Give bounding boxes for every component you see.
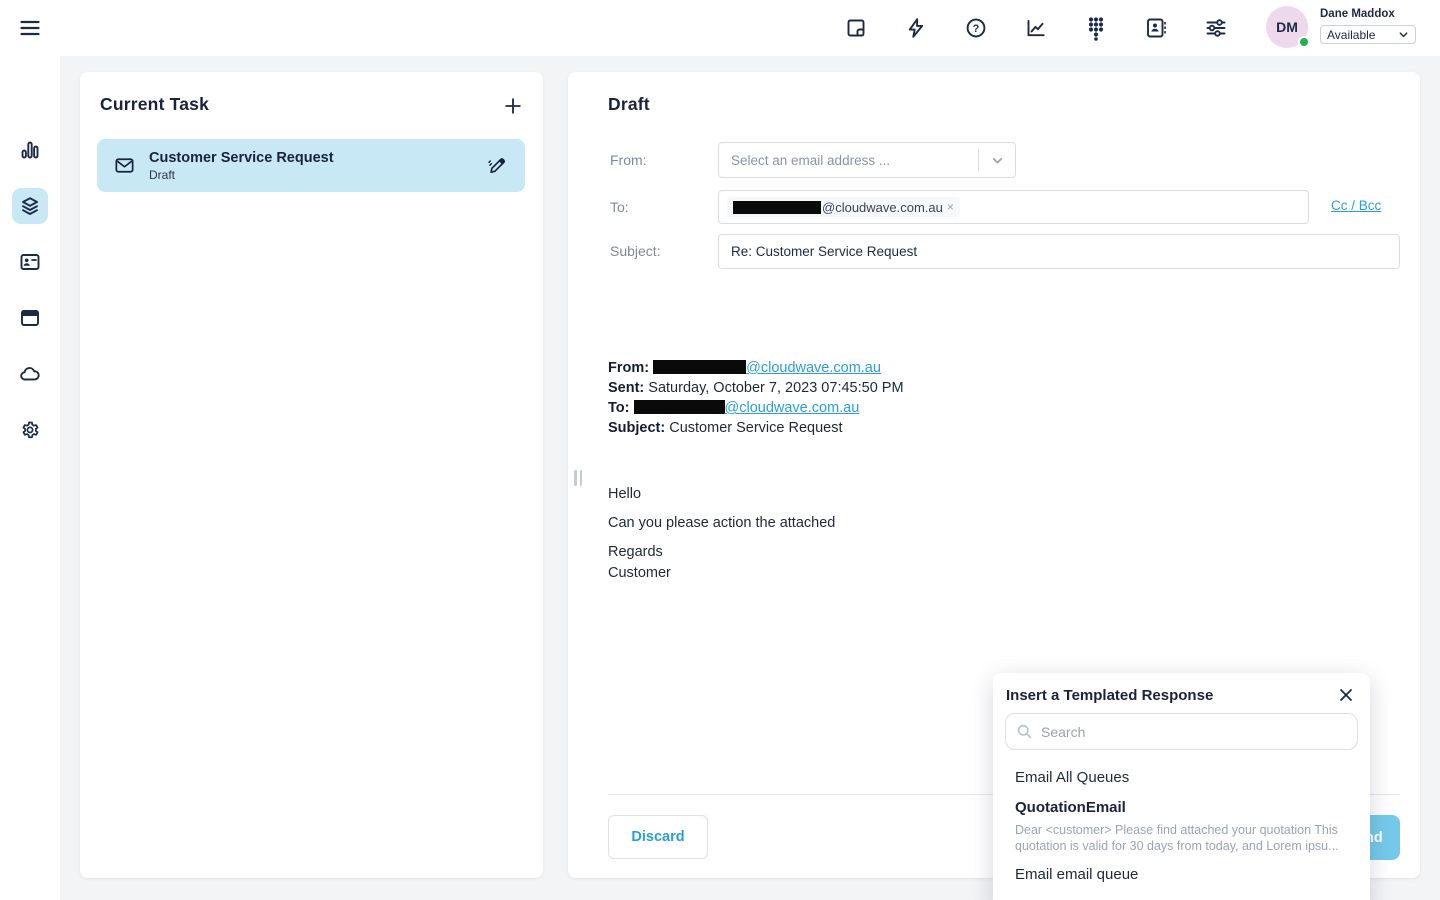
redacted-address bbox=[733, 201, 821, 214]
panel-resize-handle[interactable] bbox=[574, 470, 584, 488]
subject-label: Subject: bbox=[610, 243, 661, 259]
dialpad-icon[interactable] bbox=[1076, 8, 1116, 48]
remove-recipient-icon[interactable]: × bbox=[947, 200, 954, 214]
task-title: Customer Service Request bbox=[149, 150, 485, 166]
template-list: Email All Queues QuotationEmail Dear <cu… bbox=[1015, 767, 1353, 894]
body-line: Regards bbox=[608, 544, 835, 560]
user-area: DM Dane Maddox Available bbox=[1266, 6, 1416, 50]
task-text: Customer Service Request Draft bbox=[149, 150, 485, 182]
sidebar-item-interactions[interactable] bbox=[12, 188, 48, 224]
quoted-from-line: From: @cloudwave.com.au bbox=[608, 358, 904, 378]
email-envelope-icon bbox=[113, 154, 137, 178]
performance-chart-icon[interactable] bbox=[1016, 8, 1056, 48]
add-task-button[interactable] bbox=[501, 94, 525, 118]
presence-indicator bbox=[1298, 36, 1310, 48]
recipient-domain: @cloudwave.com.au bbox=[822, 200, 943, 215]
from-placeholder: Select an email address ... bbox=[731, 153, 978, 168]
redacted-address bbox=[634, 400, 725, 414]
task-subtitle: Draft bbox=[149, 168, 485, 182]
to-recipients-field[interactable]: @cloudwave.com.au × bbox=[718, 190, 1309, 224]
quoted-subject-line: Subject: Customer Service Request bbox=[608, 418, 904, 438]
quoted-from-link[interactable]: @cloudwave.com.au bbox=[746, 360, 881, 376]
cc-bcc-link[interactable]: Cc / Bcc bbox=[1331, 198, 1381, 213]
chevron-down-icon bbox=[1398, 29, 1409, 40]
lightning-icon[interactable] bbox=[896, 8, 936, 48]
template-search-box[interactable] bbox=[1005, 713, 1358, 750]
avatar[interactable]: DM bbox=[1266, 6, 1310, 50]
body-line: Customer bbox=[608, 565, 835, 581]
sidebar-item-contacts[interactable] bbox=[12, 244, 48, 280]
note-icon[interactable] bbox=[836, 8, 876, 48]
menu-hamburger-icon[interactable] bbox=[16, 14, 44, 42]
popup-header: Insert a Templated Response bbox=[1006, 681, 1357, 709]
templated-response-popup: Insert a Templated Response Email All Qu… bbox=[993, 673, 1370, 900]
topbar-icon-group: ? bbox=[836, 8, 1236, 48]
user-name: Dane Maddox bbox=[1320, 8, 1416, 20]
status-value: Available bbox=[1327, 28, 1375, 42]
preferences-sliders-icon[interactable] bbox=[1196, 8, 1236, 48]
template-item[interactable]: QuotationEmail Dear <customer> Please fi… bbox=[1015, 797, 1353, 854]
close-icon[interactable] bbox=[1335, 684, 1357, 706]
directory-contacts-icon[interactable] bbox=[1136, 8, 1176, 48]
redacted-address bbox=[653, 360, 746, 374]
body-line: Hello bbox=[608, 486, 835, 502]
task-list-item[interactable]: Customer Service Request Draft bbox=[97, 139, 525, 192]
help-icon[interactable]: ? bbox=[956, 8, 996, 48]
quoted-sent-line: Sent: Saturday, October 7, 2023 07:45:50… bbox=[608, 378, 904, 398]
to-label: To: bbox=[610, 199, 629, 215]
template-item[interactable]: Email All Queues bbox=[1015, 767, 1353, 789]
from-address-select[interactable]: Select an email address ... bbox=[718, 142, 1016, 178]
current-task-panel: Current Task Customer Service Request Dr… bbox=[80, 72, 543, 878]
subject-input[interactable] bbox=[718, 234, 1400, 269]
chevron-down-icon[interactable] bbox=[979, 154, 1015, 167]
app-root: ? DM Dane Maddox Availabl bbox=[0, 0, 1440, 900]
quoted-email-header: From: @cloudwave.com.au Sent: Saturday, … bbox=[608, 358, 904, 438]
edit-pen-icon[interactable] bbox=[485, 154, 509, 178]
body-line: Can you please action the attached bbox=[608, 515, 835, 531]
top-bar: ? DM Dane Maddox Availabl bbox=[0, 0, 1440, 56]
discard-button[interactable]: Discard bbox=[608, 815, 708, 859]
current-task-title: Current Task bbox=[100, 94, 209, 115]
popup-title: Insert a Templated Response bbox=[1006, 687, 1213, 704]
sidebar-item-activity[interactable] bbox=[12, 132, 48, 168]
recipient-chip[interactable]: @cloudwave.com.au × bbox=[727, 197, 960, 218]
sidebar-item-settings[interactable] bbox=[12, 412, 48, 448]
template-search-input[interactable] bbox=[1041, 724, 1347, 740]
svg-text:?: ? bbox=[973, 23, 980, 35]
sidebar-item-cloud[interactable] bbox=[12, 356, 48, 392]
quoted-to-line: To: @cloudwave.com.au bbox=[608, 398, 904, 418]
user-meta: Dane Maddox Available bbox=[1320, 6, 1416, 50]
template-item-title: QuotationEmail bbox=[1015, 797, 1353, 819]
template-item[interactable]: Email email queue bbox=[1015, 864, 1353, 886]
from-label: From: bbox=[610, 152, 647, 168]
quoted-to-link[interactable]: @cloudwave.com.au bbox=[725, 400, 860, 416]
draft-title: Draft bbox=[608, 94, 650, 115]
status-dropdown[interactable]: Available bbox=[1320, 25, 1416, 44]
search-icon bbox=[1016, 723, 1033, 740]
sidebar bbox=[0, 56, 60, 900]
email-body[interactable]: Hello Can you please action the attached… bbox=[608, 486, 835, 581]
sidebar-item-apps[interactable] bbox=[12, 300, 48, 336]
template-item-description: Dear <customer> Please find attached you… bbox=[1015, 822, 1353, 854]
